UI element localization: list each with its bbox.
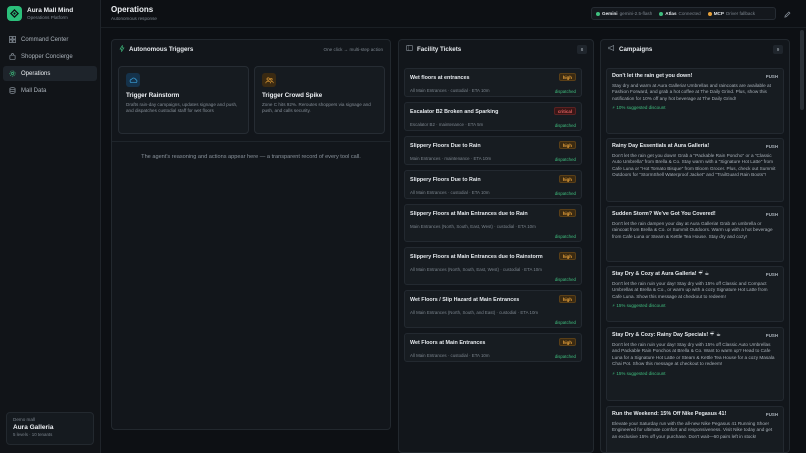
campaign-count-badge: 9 xyxy=(773,44,783,54)
severity-badge: high xyxy=(558,338,576,346)
trigger-title: Trigger Crowd Spike xyxy=(262,92,323,99)
channel-badge: PUSH xyxy=(765,272,778,277)
status-badge: dispatched xyxy=(554,234,576,239)
trigger-title: Trigger Rainstorm xyxy=(126,92,180,99)
panel-hint: One click → multi-step action xyxy=(323,46,383,52)
status-badge: dispatched xyxy=(554,191,576,196)
status-gemini: Gemini gemini-2.5-flash xyxy=(596,11,652,16)
discount-label: ⚡ 15% suggested discount xyxy=(612,370,666,376)
ticket-card[interactable]: Slippery Floors Due to Rain All Main Ent… xyxy=(404,170,582,199)
trigger-description: Drafts rain-day campaigns, updates signa… xyxy=(126,102,238,114)
severity-badge: high xyxy=(558,252,576,260)
sidebar-item-label: Mall Data xyxy=(21,87,47,94)
status-badge: dispatched xyxy=(554,320,576,325)
divider xyxy=(112,141,390,142)
brand: Aura Mall Mind Operations Platform xyxy=(7,6,73,21)
ticket-card[interactable]: Wet Floors / Slip Hazard at Main Entranc… xyxy=(404,290,582,328)
sidebar-item-operations[interactable]: Operations xyxy=(3,66,97,81)
sidebar-item-label: Operations xyxy=(21,70,51,77)
severity-badge: high xyxy=(558,295,576,303)
channel-badge: PUSH xyxy=(765,412,778,417)
brand-logo-icon xyxy=(7,6,22,21)
cog-icon xyxy=(9,70,16,77)
ticket-card[interactable]: Escalator B2 Broken and Sparking Escalat… xyxy=(404,102,582,131)
sidebar-item-mall-data[interactable]: Mall Data xyxy=(3,83,97,98)
ticket-card[interactable]: Slippery Floors at Main Entrances due to… xyxy=(404,247,582,285)
brand-name: Aura Mall Mind xyxy=(27,6,74,14)
demo-mall-card[interactable]: Demo mall Aura Galleria 5 levels · 10 te… xyxy=(6,412,94,445)
sidebar: Aura Mall Mind Operations Platform Comma… xyxy=(0,0,101,453)
severity-badge: high xyxy=(558,209,576,217)
campaign-card[interactable]: Don't let the rain get you down! PUSH St… xyxy=(606,68,784,134)
severity-badge: high xyxy=(558,175,576,183)
discount-label: ⚡ 15% suggested discount xyxy=(612,303,666,309)
brand-subtitle: Operations Platform xyxy=(27,14,68,20)
pencil-icon xyxy=(783,11,790,18)
discount-label: ⚡ 10% suggested discount xyxy=(612,105,666,111)
ticket-card[interactable]: Slippery Floors at Main Entrances due to… xyxy=(404,204,582,242)
ticket-count-badge: 8 xyxy=(577,44,587,54)
ticket-card[interactable]: Wet Floors at Main Entrances All Main En… xyxy=(404,333,582,362)
status-badge: dispatched xyxy=(554,123,576,128)
sidebar-nav: Command Center Shopper Concierge Operati… xyxy=(3,32,97,100)
status-mcp: MCP Driver fallback xyxy=(707,11,755,16)
trigger-crowd-spike-button[interactable]: Trigger Crowd Spike Zone C hits 92%. Rer… xyxy=(254,66,385,134)
bolt-icon xyxy=(119,44,125,54)
severity-badge: high xyxy=(558,73,576,81)
sidebar-item-label: Shopper Concierge xyxy=(21,53,73,60)
ticket-card[interactable]: Slippery Floors Due to Rain Main Entranc… xyxy=(404,136,582,165)
facility-tickets-panel: Facility Tickets 8 Wet floors at entranc… xyxy=(398,39,594,453)
trigger-rainstorm-button[interactable]: Trigger Rainstorm Drafts rain-day campai… xyxy=(118,66,249,134)
bag-icon xyxy=(9,53,16,60)
status-dot-icon xyxy=(707,11,712,16)
campaign-card[interactable]: Stay Dry & Cozy at Aura Galleria! ☔ ☕ PU… xyxy=(606,266,784,322)
status-badge: dispatched xyxy=(554,89,576,94)
ticket-card[interactable]: Wet floors at entrances All Main Entranc… xyxy=(404,68,582,97)
status-atlas: Atlas Connected xyxy=(659,11,701,16)
severity-badge: high xyxy=(558,141,576,149)
grid-icon xyxy=(9,36,16,43)
service-status-bar: Gemini gemini-2.5-flash Atlas Connected … xyxy=(591,7,776,20)
panel-title: Campaigns xyxy=(619,45,653,53)
ticket-icon xyxy=(406,45,413,53)
page-title: Operations xyxy=(111,5,154,14)
panel-title: Autonomous Triggers xyxy=(129,45,194,53)
status-badge: dispatched xyxy=(554,277,576,282)
status-badge: dispatched xyxy=(554,354,576,359)
campaign-card[interactable]: Run the Weekend: 15% Off Nike Pegasus 41… xyxy=(606,406,784,452)
demo-mall-meta: 5 levels · 10 tenants xyxy=(13,432,53,437)
channel-badge: PUSH xyxy=(765,74,778,79)
autonomous-triggers-panel: Autonomous Triggers One click → multi-st… xyxy=(111,39,391,430)
status-badge: dispatched xyxy=(554,157,576,162)
demo-mall-name: Aura Galleria xyxy=(13,424,54,431)
campaign-card[interactable]: Sudden Storm? We've Got You Covered! PUS… xyxy=(606,206,784,262)
severity-badge: critical xyxy=(553,107,576,115)
status-dot-icon xyxy=(659,11,664,16)
sidebar-item-label: Command Center xyxy=(21,36,69,43)
agent-log-empty-note: The agent's reasoning and actions appear… xyxy=(141,154,361,160)
campaign-card[interactable]: Stay Dry & Cozy: Rainy Day Specials! ☔ ☕… xyxy=(606,327,784,401)
channel-badge: PUSH xyxy=(765,212,778,217)
database-icon xyxy=(9,87,16,94)
megaphone-icon xyxy=(608,45,615,53)
campaigns-panel: Campaigns 9 Don't let the rain get you d… xyxy=(600,39,790,453)
edit-button[interactable] xyxy=(781,8,793,20)
page-subtitle: Autonomous response xyxy=(111,16,157,21)
cloud-icon xyxy=(126,73,140,87)
campaign-card[interactable]: Rainy Day Essentials at Aura Galleria! P… xyxy=(606,138,784,202)
status-dot-icon xyxy=(596,11,600,16)
people-icon xyxy=(262,73,276,87)
channel-badge: PUSH xyxy=(765,144,778,149)
top-bar: Operations Autonomous response Gemini ge… xyxy=(101,0,806,28)
sidebar-item-command-center[interactable]: Command Center xyxy=(3,32,97,47)
panel-title: Facility Tickets xyxy=(417,45,462,53)
channel-badge: PUSH xyxy=(765,333,778,338)
sidebar-item-shopper-concierge[interactable]: Shopper Concierge xyxy=(3,49,97,64)
trigger-description: Zone C hits 92%. Reroutes shoppers via s… xyxy=(262,102,371,114)
page-scrollbar[interactable] xyxy=(800,30,804,110)
